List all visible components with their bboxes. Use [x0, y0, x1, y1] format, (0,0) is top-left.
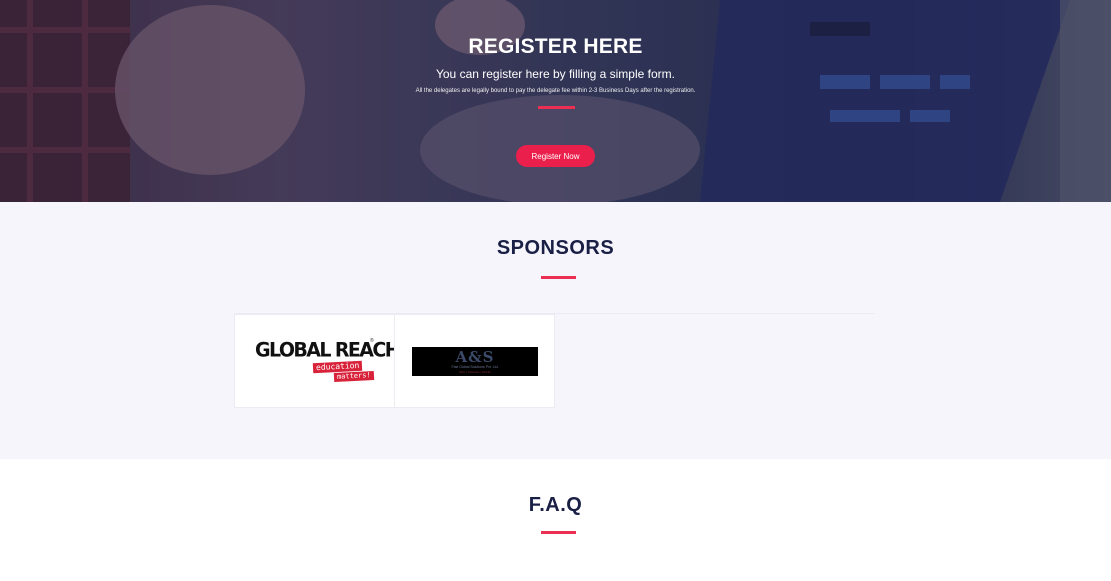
as-logo-subtext-2: Web | Software | Mobile — [459, 370, 491, 374]
global-reach-logo-text: GLOBAL REACH — [255, 338, 401, 362]
sponsors-section: SPONSORS GLOBAL REACH ® education matter… — [0, 202, 1111, 459]
hero-subtitle: You can register here by filling a simpl… — [435, 67, 675, 81]
global-reach-tagline-2: matters! — [333, 370, 374, 383]
as-logo-subtext: Fast Global Solutions Pvt. Ltd. — [451, 365, 499, 369]
faq-section: F.A.Q — [0, 459, 1111, 581]
faq-divider — [541, 531, 576, 534]
hero-content: REGISTER HERE You can register here by f… — [0, 0, 1111, 202]
hero-divider — [538, 106, 575, 109]
registered-mark: ® — [370, 338, 374, 344]
sponsors-divider — [541, 276, 576, 279]
sponsor-grid: GLOBAL REACH ® education matters! A&S Fa… — [234, 313, 875, 408]
sponsors-title: SPONSORS — [496, 237, 615, 259]
sponsor-card-global-reach[interactable]: GLOBAL REACH ® education matters! — [234, 314, 401, 408]
hero-note: All the delegates are legally bound to p… — [415, 88, 696, 94]
sponsor-card-as[interactable]: A&S Fast Global Solutions Pvt. Ltd. Web … — [394, 314, 555, 408]
as-logo-mark: A&S — [455, 348, 495, 366]
register-hero: REGISTER HERE You can register here by f… — [0, 0, 1111, 202]
global-reach-logo: GLOBAL REACH ® education matters! — [255, 338, 401, 385]
register-now-button[interactable]: Register Now — [516, 145, 595, 167]
as-logo: A&S Fast Global Solutions Pvt. Ltd. Web … — [412, 347, 538, 376]
faq-title: F.A.Q — [528, 494, 583, 516]
hero-title: REGISTER HERE — [468, 35, 643, 58]
